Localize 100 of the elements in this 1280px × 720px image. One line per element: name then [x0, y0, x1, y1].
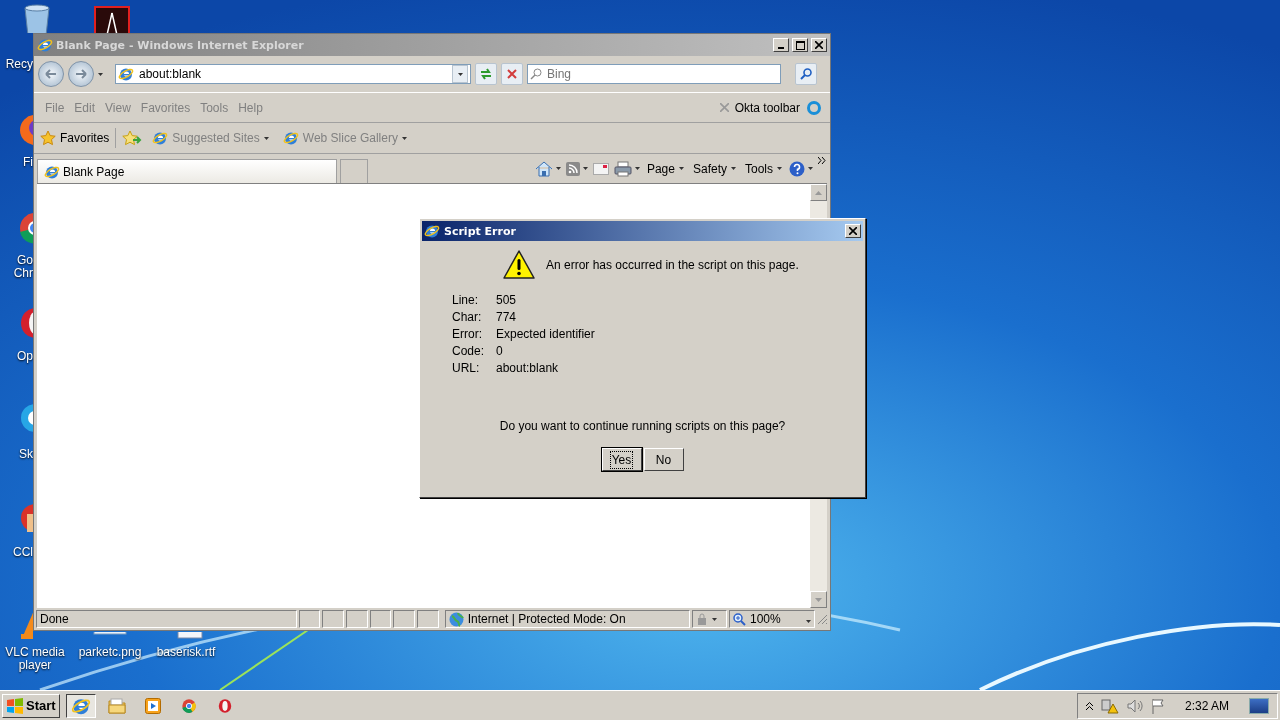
minimize-button[interactable]	[773, 38, 789, 52]
search-icon	[800, 68, 812, 80]
favorites-button[interactable]: Favorites	[40, 130, 110, 146]
caret-icon	[582, 167, 588, 170]
dialog-button[interactable]: No	[643, 448, 684, 471]
dialog-title: Script Error	[444, 224, 517, 238]
icon-label: Sk	[18, 448, 33, 461]
maximize-button[interactable]	[792, 38, 808, 52]
close-button[interactable]	[845, 224, 861, 238]
status-pane	[298, 610, 321, 628]
close-icon	[815, 41, 823, 49]
caret-icon	[731, 167, 736, 170]
status-text: Done	[36, 610, 297, 628]
caret-icon	[806, 620, 812, 623]
arrow-down-icon	[815, 597, 822, 602]
back-button[interactable]	[38, 61, 64, 87]
address-bar[interactable]: about:blank	[115, 64, 471, 84]
zoom-icon	[732, 612, 746, 626]
caret-icon	[555, 167, 561, 170]
caret-icon	[401, 136, 407, 140]
status-pane	[393, 610, 415, 628]
volume-icon[interactable]	[1126, 698, 1143, 713]
add-favorite-icon[interactable]	[122, 130, 143, 146]
clock[interactable]: 2:32 AM	[1184, 698, 1229, 713]
ring-icon[interactable]	[806, 99, 822, 116]
caret-icon	[457, 72, 463, 76]
help-icon	[789, 160, 805, 177]
icon-label: Op	[16, 350, 33, 363]
feed-icon	[565, 161, 580, 176]
caret-icon	[263, 136, 269, 140]
search-icon	[530, 68, 542, 80]
detail-value: 774	[496, 311, 518, 324]
caret-icon	[777, 167, 782, 170]
network-warning-icon[interactable]	[1100, 697, 1119, 714]
warning-icon	[502, 249, 536, 280]
icon-label: CCl	[12, 546, 33, 559]
refresh-button[interactable]	[475, 63, 497, 85]
command-menu[interactable]: Tools	[743, 161, 784, 176]
browser-tab[interactable]: Blank Page	[37, 159, 337, 183]
icon-label: Recy	[4, 58, 33, 71]
ie-icon	[424, 223, 440, 239]
ie-icon	[282, 130, 299, 146]
maximize-icon	[795, 40, 805, 50]
dialog-button[interactable]: Yes	[601, 448, 642, 471]
start-button[interactable]: Start	[2, 693, 60, 718]
chevron-icon[interactable]	[1085, 701, 1093, 710]
detail-label: Code:	[452, 345, 486, 358]
help-button[interactable]	[789, 160, 813, 177]
toolbar-label: Okta toolbar	[734, 100, 800, 115]
flag-icon[interactable]	[1150, 697, 1165, 714]
status-pane	[369, 610, 392, 628]
icon-label: baserisk.rtf	[155, 646, 217, 659]
security-button[interactable]	[691, 610, 727, 628]
media-player-icon	[144, 697, 161, 714]
address-input[interactable]: about:blank	[139, 67, 447, 81]
detail-label: Error:	[452, 328, 483, 341]
stop-button[interactable]	[501, 63, 523, 85]
forward-button[interactable]	[68, 61, 94, 87]
refresh-icon	[479, 68, 493, 80]
question-text: Do you want to continue running scripts on this page?	[498, 419, 787, 433]
show-desktop-button[interactable]	[1249, 697, 1269, 714]
close-icon	[849, 227, 857, 235]
print-button[interactable]	[613, 160, 640, 177]
arrow-right-icon	[75, 69, 87, 79]
window-title: Blank Page - Windows Internet Explorer	[56, 38, 305, 52]
mail-icon	[592, 162, 609, 175]
detail-label: Line:	[452, 294, 480, 307]
detail-value: about:blank	[496, 362, 560, 375]
command-menu[interactable]: Safety	[690, 161, 738, 176]
ie-icon	[118, 66, 134, 82]
caret-icon	[711, 617, 717, 621]
scroll-up-button[interactable]	[810, 184, 827, 201]
home-button[interactable]	[534, 160, 561, 177]
search-input[interactable]: Bing	[547, 67, 778, 81]
printer-icon	[613, 160, 632, 177]
detail-value: 505	[496, 294, 518, 307]
feeds-button[interactable]	[565, 161, 588, 176]
command-menu[interactable]: Page	[644, 161, 686, 176]
status-pane	[417, 610, 439, 628]
dropdown-button[interactable]	[452, 65, 468, 83]
scroll-down-button[interactable]	[810, 591, 827, 608]
detail-label: Char:	[452, 311, 483, 324]
ie-icon	[152, 130, 169, 146]
caret-icon	[98, 72, 103, 76]
search-bar[interactable]: Bing	[527, 64, 781, 84]
flag-logo-icon	[6, 697, 24, 714]
zone-indicator[interactable]: Internet | Protected Mode: On	[444, 610, 690, 628]
detail-label: URL:	[452, 362, 481, 375]
zoom-button[interactable]: 100%	[728, 610, 816, 628]
search-button[interactable]	[795, 63, 817, 85]
icon-label: parketc.png	[77, 646, 143, 659]
arrow-left-icon	[45, 69, 57, 79]
close-button[interactable]	[811, 38, 827, 52]
chevron-icon[interactable]	[818, 157, 826, 164]
home-icon	[534, 160, 553, 177]
icon-label: Go Chr	[12, 254, 33, 280]
caret-icon	[808, 167, 813, 170]
mail-button[interactable]	[592, 162, 609, 175]
taskbar-app[interactable]	[65, 693, 96, 718]
resize-grip-icon[interactable]	[817, 613, 829, 625]
